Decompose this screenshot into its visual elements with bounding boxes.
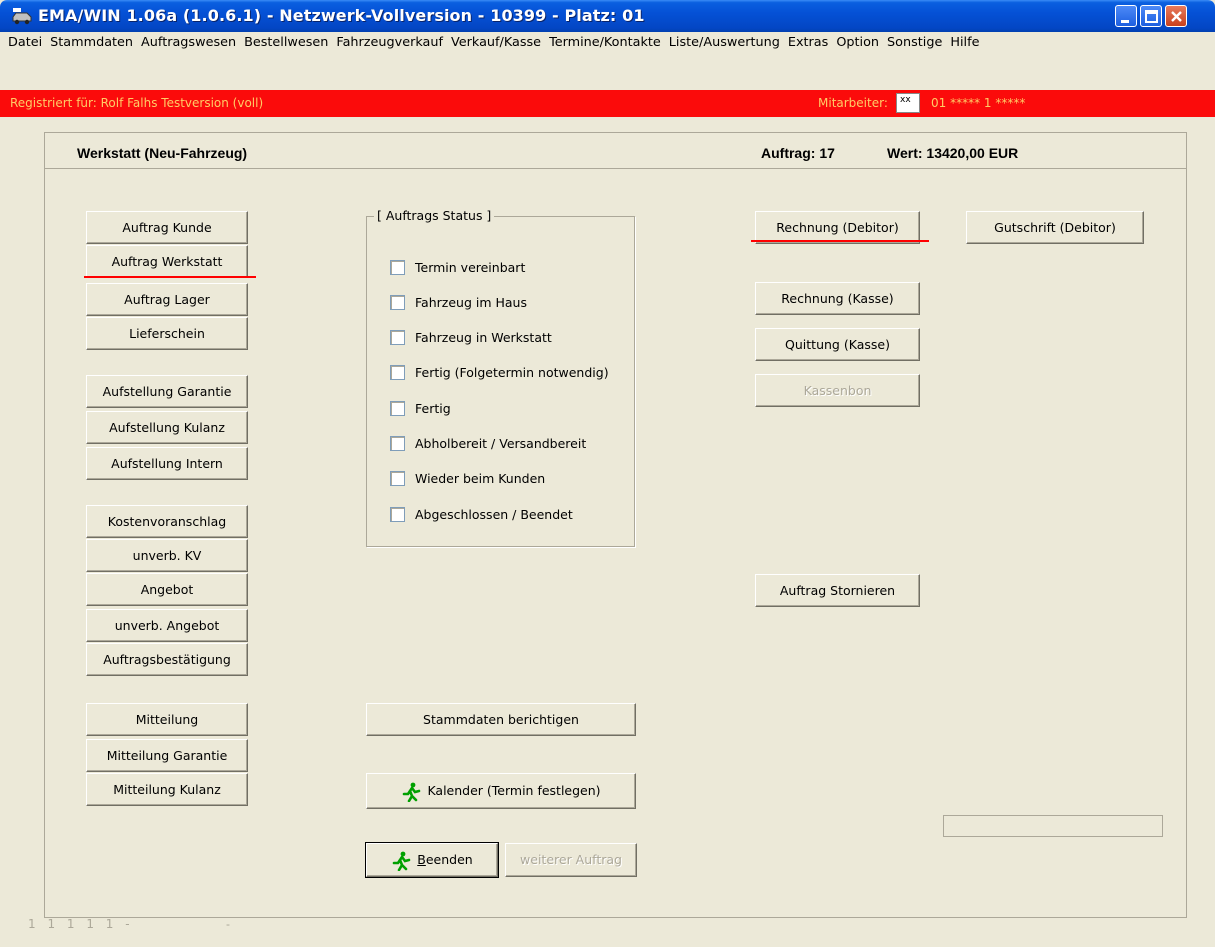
footer-status: 1 1 1 1 1 - — [28, 917, 134, 931]
kalender-button[interactable]: Kalender (Termin festlegen) — [366, 773, 636, 809]
highlight-underline — [84, 276, 256, 278]
auftrag-kunde-button[interactable]: Auftrag Kunde — [86, 211, 248, 244]
aufstellung-intern-button[interactable]: Aufstellung Intern — [86, 447, 248, 480]
beenden-button[interactable]: Beenden — [365, 842, 499, 878]
checkbox-label: Fertig (Folgetermin notwendig) — [415, 365, 609, 380]
minimize-icon — [1121, 20, 1129, 23]
menu-bar: Datei Stammdaten Auftragswesen Bestellwesen… — [0, 32, 1215, 54]
gutschrift-debitor-button[interactable]: Gutschrift (Debitor) — [966, 211, 1144, 244]
checkbox-label: Wieder beim Kunden — [415, 471, 546, 486]
menu-auftragswesen[interactable]: Auftragswesen — [137, 32, 240, 54]
order-number: Auftrag: 17 — [761, 145, 835, 161]
employee-label: Mitarbeiter: — [818, 96, 888, 110]
menu-termine-kontakte[interactable]: Termine/Kontakte — [545, 32, 665, 54]
panel-header: Werkstatt (Neu-Fahrzeug) Auftrag: 17 Wer… — [45, 133, 1186, 169]
menu-hilfe[interactable]: Hilfe — [946, 32, 983, 54]
close-icon — [1171, 11, 1182, 22]
mitteilung-kulanz-button[interactable]: Mitteilung Kulanz — [86, 773, 248, 806]
checkbox[interactable] — [390, 401, 405, 416]
maximize-button[interactable] — [1140, 5, 1162, 27]
auftragsbestaetigung-button[interactable]: Auftragsbestätigung — [86, 643, 248, 676]
beenden-label: eenden — [425, 852, 473, 867]
checkbox-label: Fertig — [415, 401, 451, 416]
unverb-kv-button[interactable]: unverb. KV — [86, 539, 248, 572]
menu-bestellwesen[interactable]: Bestellwesen — [240, 32, 332, 54]
checkbox[interactable] — [390, 330, 405, 345]
menu-sonstige[interactable]: Sonstige — [883, 32, 946, 54]
checkbox[interactable] — [390, 471, 405, 486]
close-button[interactable] — [1165, 5, 1187, 27]
employee-input[interactable]: xx — [896, 93, 920, 113]
checkbox-label: Fahrzeug im Haus — [415, 295, 527, 310]
kostenvoranschlag-button[interactable]: Kostenvoranschlag — [86, 505, 248, 538]
registration-text: Registriert für: Rolf Falhs Testversion … — [10, 96, 264, 110]
unverb-angebot-button[interactable]: unverb. Angebot — [86, 609, 248, 642]
checkbox-label: Termin vereinbart — [415, 260, 526, 275]
checkbox[interactable] — [390, 436, 405, 451]
menu-stammdaten[interactable]: Stammdaten — [46, 32, 137, 54]
mitteilung-garantie-button[interactable]: Mitteilung Garantie — [86, 739, 248, 772]
beenden-accel: B — [417, 852, 426, 867]
kassenbon-button[interactable]: Kassenbon — [755, 374, 920, 407]
app-car-icon — [12, 8, 32, 25]
order-value: Wert: 13420,00 EUR — [887, 145, 1019, 161]
maximize-icon — [1145, 10, 1158, 23]
checkbox[interactable] — [390, 365, 405, 380]
checkbox-label: Abgeschlossen / Beendet — [415, 507, 573, 522]
mitteilung-button[interactable]: Mitteilung — [86, 703, 248, 736]
checkbox[interactable] — [390, 507, 405, 522]
order-status-caption: [ Auftrags Status ] — [374, 208, 495, 223]
title-bar: EMA/WIN 1.06a (1.0.6.1) - Netzwerk-Vollv… — [0, 0, 1215, 32]
footer-dash: - — [226, 917, 230, 931]
auftrag-stornieren-button[interactable]: Auftrag Stornieren — [755, 574, 920, 607]
progress-bar — [943, 815, 1163, 837]
menu-liste-auswertung[interactable]: Liste/Auswertung — [665, 32, 784, 54]
auftrag-werkstatt-button[interactable]: Auftrag Werkstatt — [86, 245, 248, 278]
registration-bar: Registriert für: Rolf Falhs Testversion … — [0, 90, 1215, 117]
auftrag-lager-button[interactable]: Auftrag Lager — [86, 283, 248, 316]
menu-extras[interactable]: Extras — [784, 32, 832, 54]
kalender-label: Kalender (Termin festlegen) — [427, 783, 601, 798]
stammdaten-berichtigen-button[interactable]: Stammdaten berichtigen — [366, 703, 636, 736]
menu-fahrzeugverkauf[interactable]: Fahrzeugverkauf — [332, 32, 447, 54]
angebot-button[interactable]: Angebot — [86, 573, 248, 606]
checkbox[interactable] — [390, 260, 405, 275]
rechnung-kasse-button[interactable]: Rechnung (Kasse) — [755, 282, 920, 315]
minimize-button[interactable] — [1115, 5, 1137, 27]
menu-option[interactable]: Option — [832, 32, 883, 54]
checkbox-label: Abholbereit / Versandbereit — [415, 436, 587, 451]
highlight-underline — [751, 240, 929, 242]
aufstellung-kulanz-button[interactable]: Aufstellung Kulanz — [86, 411, 248, 444]
page-title: Werkstatt (Neu-Fahrzeug) — [77, 145, 248, 161]
aufstellung-garantie-button[interactable]: Aufstellung Garantie — [86, 375, 248, 408]
menu-verkauf-kasse[interactable]: Verkauf/Kasse — [447, 32, 545, 54]
weiterer-auftrag-button[interactable]: weiterer Auftrag — [505, 843, 637, 877]
lieferschein-button[interactable]: Lieferschein — [86, 317, 248, 350]
employee-value: 01 ***** 1 ***** — [931, 96, 1026, 110]
running-man-icon — [403, 782, 421, 802]
menu-datei[interactable]: Datei — [0, 32, 46, 54]
window-title: EMA/WIN 1.06a (1.0.6.1) - Netzwerk-Vollv… — [38, 6, 645, 25]
quittung-kasse-button[interactable]: Quittung (Kasse) — [755, 328, 920, 361]
checkbox[interactable] — [390, 295, 405, 310]
running-man-icon — [392, 851, 411, 871]
checkbox-label: Fahrzeug in Werkstatt — [415, 330, 552, 345]
